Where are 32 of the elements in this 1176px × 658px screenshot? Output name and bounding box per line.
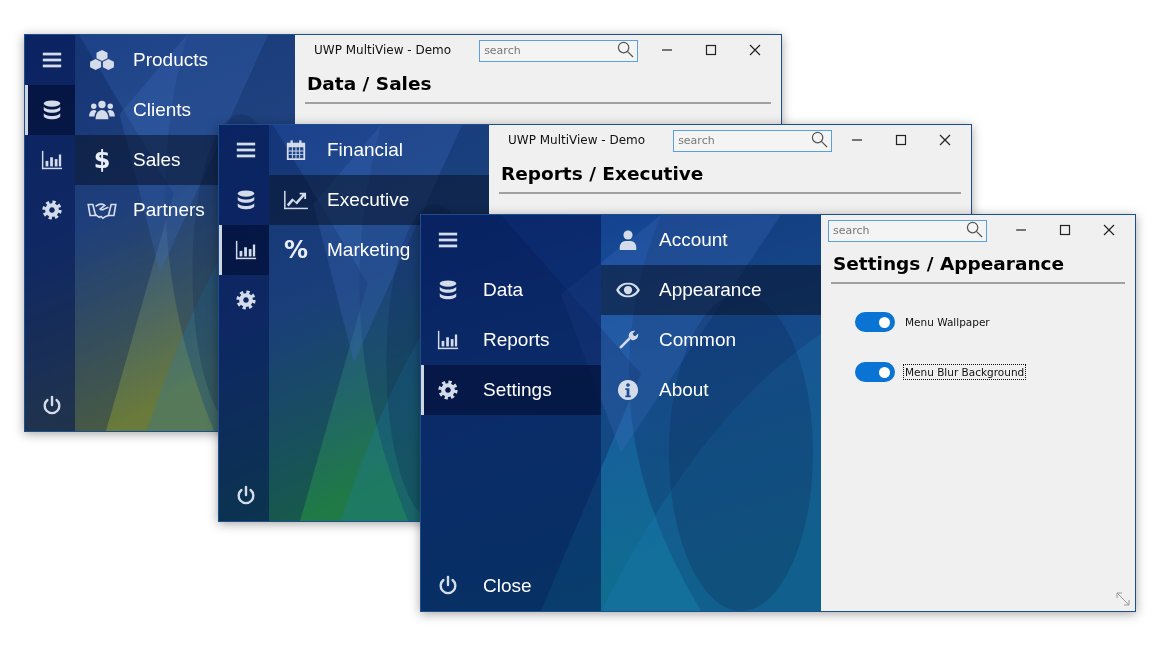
page-heading: Settings / Appearance: [833, 253, 1066, 274]
page-heading: Data / Sales: [307, 73, 433, 94]
nav-item[interactable]: About: [601, 365, 715, 415]
page-heading: Reports / Executive: [501, 163, 705, 184]
close-item[interactable]: Close: [421, 561, 601, 611]
nav-item[interactable]: Account: [601, 215, 734, 265]
bar-chart-icon: [40, 149, 63, 171]
wrench-icon: [617, 329, 639, 351]
nav-item[interactable]: Partners: [75, 185, 211, 235]
nav-item[interactable]: Products: [75, 35, 214, 85]
cubes-icon: [87, 49, 117, 71]
window-title: UWP MultiView - Demo: [508, 133, 646, 147]
nav-item[interactable]: Common: [601, 315, 743, 365]
info-icon: [617, 379, 639, 401]
toggle-switch[interactable]: [855, 362, 895, 382]
rail-item[interactable]: [25, 85, 75, 135]
search-icon[interactable]: [966, 221, 983, 238]
nav-item[interactable]: Appearance: [601, 265, 821, 315]
nav-item[interactable]: Clients: [75, 85, 198, 135]
search-field[interactable]: search: [828, 219, 987, 242]
toggle-switch[interactable]: [855, 312, 895, 332]
user-icon: [617, 229, 639, 251]
toggle-label: Menu Wallpaper: [904, 315, 991, 330]
search-icon[interactable]: [811, 131, 829, 148]
people-icon: [87, 99, 117, 121]
glyph-icon: $: [93, 148, 111, 172]
gear-icon: [40, 199, 63, 221]
toggle-label: Menu Blur Background: [903, 364, 1027, 380]
search-icon[interactable]: [617, 41, 635, 58]
window-title: UWP MultiView - Demo: [314, 43, 452, 57]
search-field[interactable]: search: [479, 39, 639, 62]
search-field[interactable]: search: [673, 129, 833, 152]
